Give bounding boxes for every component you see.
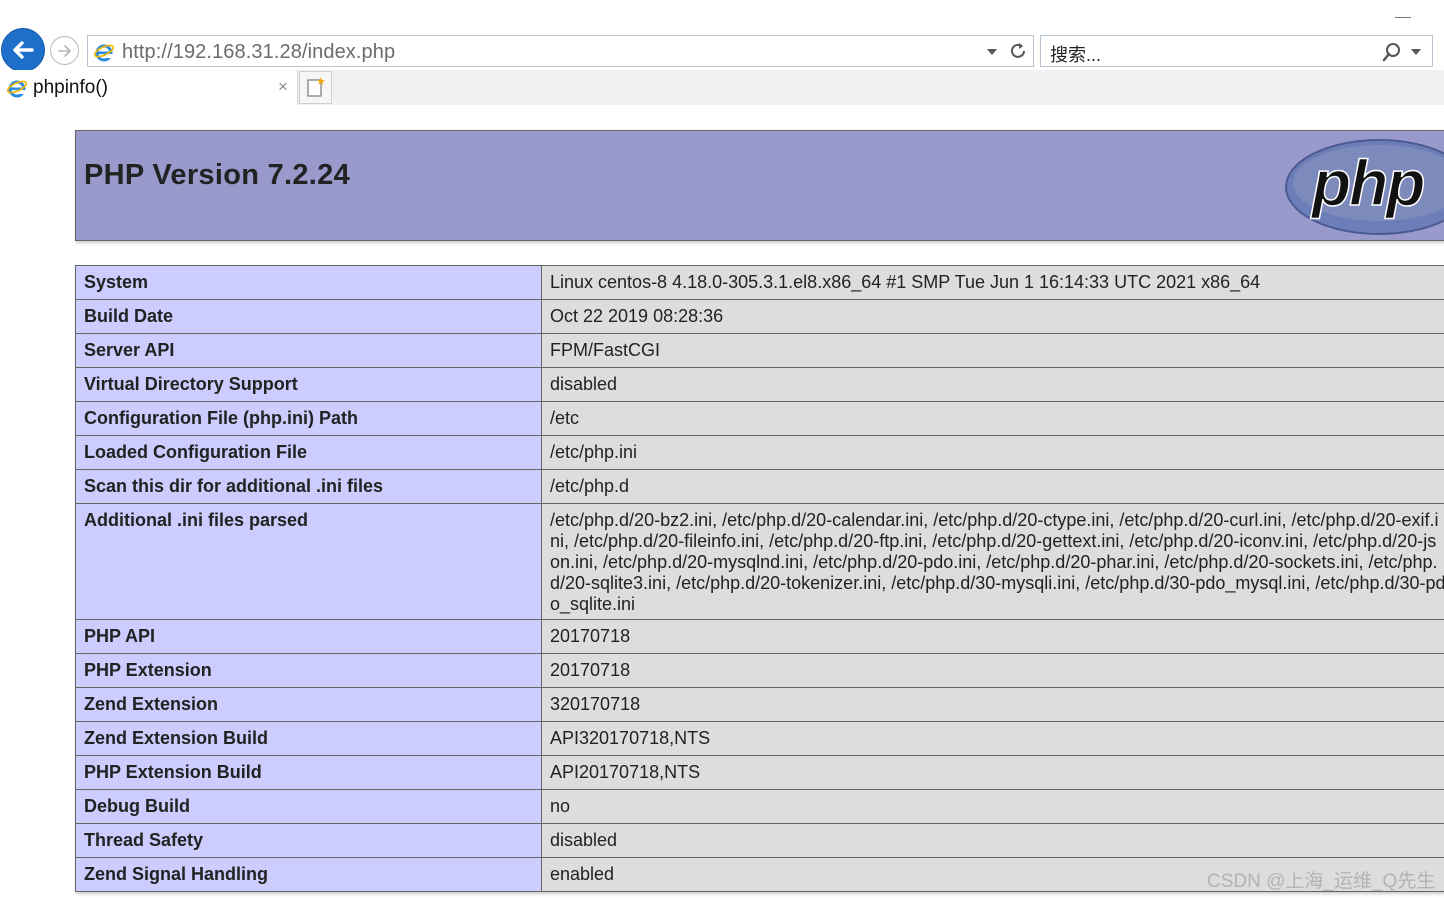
table-row: Virtual Directory Support disabled xyxy=(75,367,1444,402)
table-row: Loaded Configuration File/etc/php.ini xyxy=(75,435,1444,470)
row-key: PHP Extension xyxy=(75,653,542,688)
php-info-table: System Linux centos-8 4.18.0-305.3.1.el8.… xyxy=(75,265,1444,892)
close-tab-icon[interactable]: × xyxy=(278,77,288,97)
ie-tab-icon xyxy=(6,80,28,98)
search-input[interactable]: 搜索... xyxy=(1050,41,1101,67)
table-row: PHP API 20170718 xyxy=(75,619,1444,654)
row-key: Configuration File (php.ini) Path xyxy=(75,401,542,436)
table-row: Additional .ini files parsed/etc/php.d/2… xyxy=(75,503,1444,620)
table-row: Build Date Oct 22 2019 08:28:36 xyxy=(75,299,1444,334)
row-key: Debug Build xyxy=(75,789,542,824)
row-value: /etc/php.d xyxy=(541,469,1444,504)
arrow-right-icon xyxy=(57,44,71,57)
table-row: PHP Extension 20170718 xyxy=(75,653,1444,688)
table-row: System Linux centos-8 4.18.0-305.3.1.el8.… xyxy=(75,265,1444,300)
csdn-watermark: CSDN @上海_运维_Q先生 xyxy=(1207,871,1436,892)
tab-title: phpinfo() xyxy=(33,77,108,98)
row-key: Build Date xyxy=(75,299,542,334)
row-value: 20170718 xyxy=(541,619,1444,654)
table-row: Scan this dir for additional .ini files /… xyxy=(75,469,1444,504)
row-key: Scan this dir for additional .ini files xyxy=(75,469,542,504)
row-value: API320170718,NTS xyxy=(541,721,1444,756)
forward-button[interactable] xyxy=(50,36,79,65)
row-key: Zend Extension xyxy=(75,687,542,722)
row-value: 20170718 xyxy=(541,653,1444,688)
svg-text:php: php xyxy=(1310,147,1424,219)
php-logo: php xyxy=(1285,139,1444,235)
row-value: disabled xyxy=(541,367,1444,402)
row-key: Zend Extension Build xyxy=(75,721,542,756)
row-key: System xyxy=(75,265,542,300)
tab-phpinfo[interactable]: phpinfo() × xyxy=(0,70,298,105)
table-row: PHP Extension Build API20170718,NTS xyxy=(75,755,1444,790)
row-key: PHP Extension Build xyxy=(75,755,542,790)
row-value: /etc/php.ini xyxy=(541,435,1444,470)
table-row: Zend Extension Build API320170718,NTS xyxy=(75,721,1444,756)
row-value: disabled xyxy=(541,823,1444,858)
address-bar[interactable]: http://192.168.31.28/index.php xyxy=(87,35,1034,67)
search-box[interactable]: 搜索... xyxy=(1040,35,1433,67)
refresh-icon[interactable] xyxy=(1007,40,1029,62)
row-key: Server API xyxy=(75,333,542,368)
table-row: Zend Extension 320170718 xyxy=(75,687,1444,722)
row-value: /etc xyxy=(541,401,1444,436)
table-row: Debug Build no xyxy=(75,789,1444,824)
arrow-left-icon xyxy=(13,41,34,59)
tab-bar: phpinfo() × xyxy=(0,70,1444,105)
php-version-header: PHP Version 7.2.24 php xyxy=(75,130,1444,241)
row-value: /etc/php.d/20-bz2.ini, /etc/php.d/20-cal… xyxy=(541,503,1444,620)
search-dropdown-icon[interactable] xyxy=(1411,49,1421,55)
row-key: Loaded Configuration File xyxy=(75,435,542,470)
row-key: Additional .ini files parsed xyxy=(75,503,542,620)
table-row: Server API FPM/FastCGI xyxy=(75,333,1444,368)
row-value: Linux centos-8 4.18.0-305.3.1.el8.x86_64… xyxy=(541,265,1444,300)
row-value: API20170718,NTS xyxy=(541,755,1444,790)
new-tab-icon xyxy=(307,77,325,97)
address-dropdown-icon[interactable] xyxy=(987,49,997,55)
page-title: PHP Version 7.2.24 xyxy=(84,159,351,191)
ie-page-icon xyxy=(93,44,115,62)
row-key: Zend Signal Handling xyxy=(75,857,542,892)
new-tab-button[interactable] xyxy=(299,71,332,104)
search-icon[interactable] xyxy=(1381,41,1403,63)
row-value: Oct 22 2019 08:28:36 xyxy=(541,299,1444,334)
table-row: Configuration File (php.ini) Path/etc xyxy=(75,401,1444,436)
browser-chrome: http://192.168.31.28/index.php 搜索... php… xyxy=(0,0,1444,105)
table-row: Thread Safety disabled xyxy=(75,823,1444,858)
row-key: Virtual Directory Support xyxy=(75,367,542,402)
row-value: 320170718 xyxy=(541,687,1444,722)
back-button[interactable] xyxy=(1,28,45,72)
minimize-icon[interactable] xyxy=(1395,17,1411,18)
row-value: no xyxy=(541,789,1444,824)
row-key: PHP API xyxy=(75,619,542,654)
url-text[interactable]: http://192.168.31.28/index.php xyxy=(122,41,395,64)
row-key: Thread Safety xyxy=(75,823,542,858)
row-value: FPM/FastCGI xyxy=(541,333,1444,368)
